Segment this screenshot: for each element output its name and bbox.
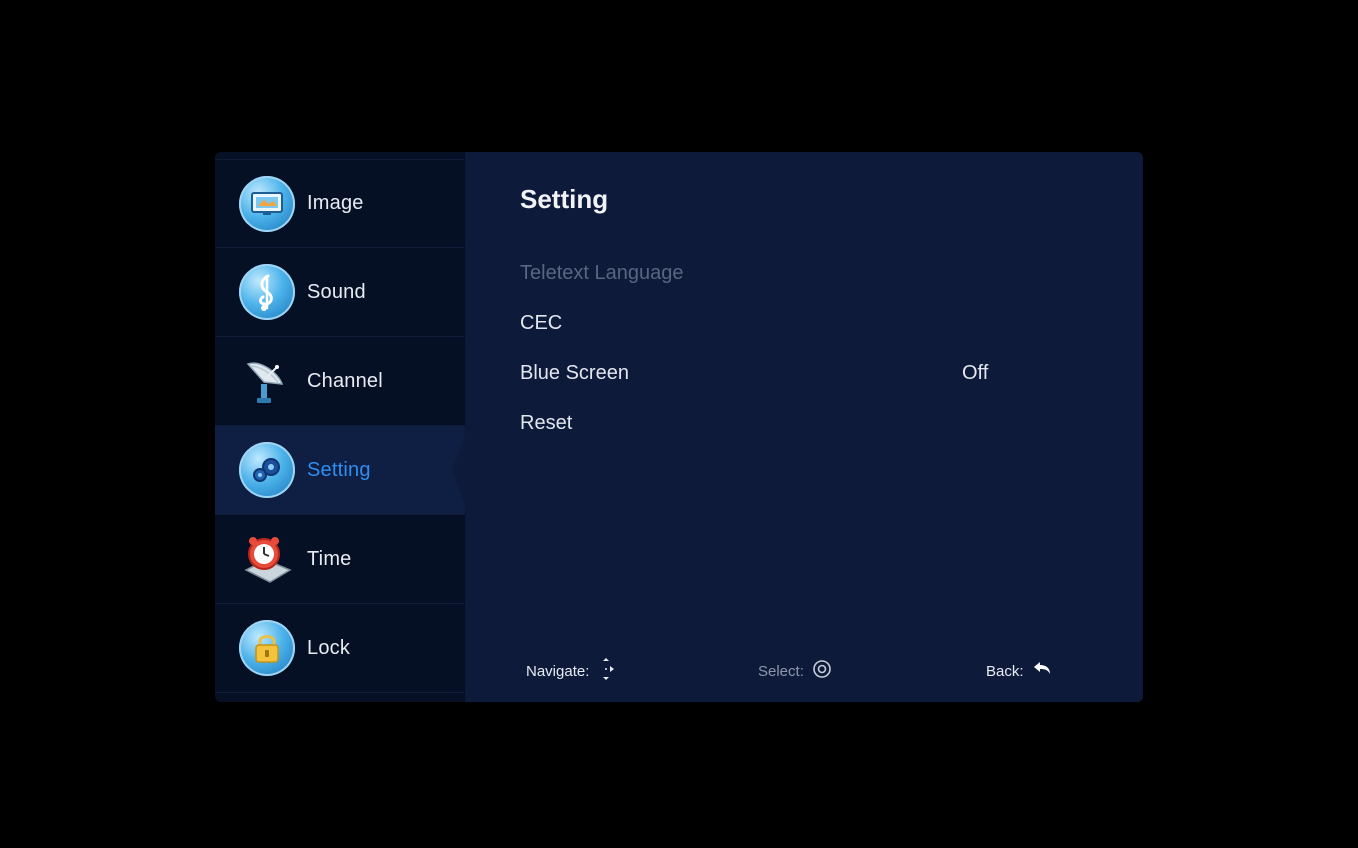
- sidebar-item-label: Channel: [307, 369, 383, 392]
- navigate-hint: Navigate:: [526, 658, 617, 684]
- sidebar-item-setting[interactable]: Setting: [215, 426, 465, 515]
- sidebar-item-time[interactable]: Time: [215, 515, 465, 604]
- settings-menu-panel: Image Sound Channel Setting Time Lock Se…: [215, 152, 1143, 702]
- sidebar-item-label: Lock: [307, 636, 351, 659]
- sidebar-item-label: Setting: [307, 458, 371, 481]
- tv-screen: Image Sound Channel Setting Time Lock Se…: [0, 0, 1358, 848]
- setting-icon: [239, 442, 295, 498]
- back-label: Back:: [986, 662, 1024, 680]
- blue-screen-row[interactable]: Blue Screen Off: [520, 348, 1020, 398]
- ok-button-icon: [812, 659, 832, 683]
- settings-content: Setting Teletext Language CEC Blue Scree…: [466, 152, 1143, 702]
- sidebar-item-image[interactable]: Image: [215, 159, 465, 248]
- sidebar-item-label: Time: [307, 547, 352, 570]
- sidebar-item-sound[interactable]: Sound: [215, 248, 465, 337]
- row-label: Reset: [520, 411, 573, 434]
- lock-icon: [239, 620, 295, 676]
- teletext-language-row[interactable]: Teletext Language: [520, 248, 1020, 298]
- row-label: Blue Screen: [520, 361, 629, 384]
- footer-hints: Navigate: Select: Back:: [526, 658, 1086, 684]
- cec-row[interactable]: CEC: [520, 298, 1020, 348]
- settings-list: Teletext Language CEC Blue Screen Off Re…: [520, 248, 1020, 448]
- row-label: Teletext Language: [520, 261, 684, 284]
- sidebar-item-label: Sound: [307, 280, 366, 303]
- channel-icon: [239, 353, 295, 409]
- page-title: Setting: [520, 184, 609, 214]
- back-arrow-icon: [1032, 660, 1052, 682]
- time-icon: [239, 531, 295, 587]
- sidebar-item-channel[interactable]: Channel: [215, 337, 465, 426]
- sidebar-item-lock[interactable]: Lock: [215, 604, 465, 693]
- sound-icon: [239, 264, 295, 320]
- select-label: Select:: [758, 662, 804, 680]
- row-label: CEC: [520, 311, 563, 334]
- reset-row[interactable]: Reset: [520, 398, 1020, 448]
- select-hint: Select:: [758, 659, 832, 683]
- navigate-arrows-icon: [597, 658, 617, 684]
- back-hint: Back:: [986, 660, 1052, 682]
- image-icon: [239, 175, 295, 232]
- blue-screen-value: Off: [962, 361, 989, 384]
- sidebar-item-label: Image: [307, 192, 364, 214]
- navigate-label: Navigate:: [526, 662, 590, 680]
- sidebar: Image Sound Channel Setting Time Lock: [215, 152, 466, 702]
